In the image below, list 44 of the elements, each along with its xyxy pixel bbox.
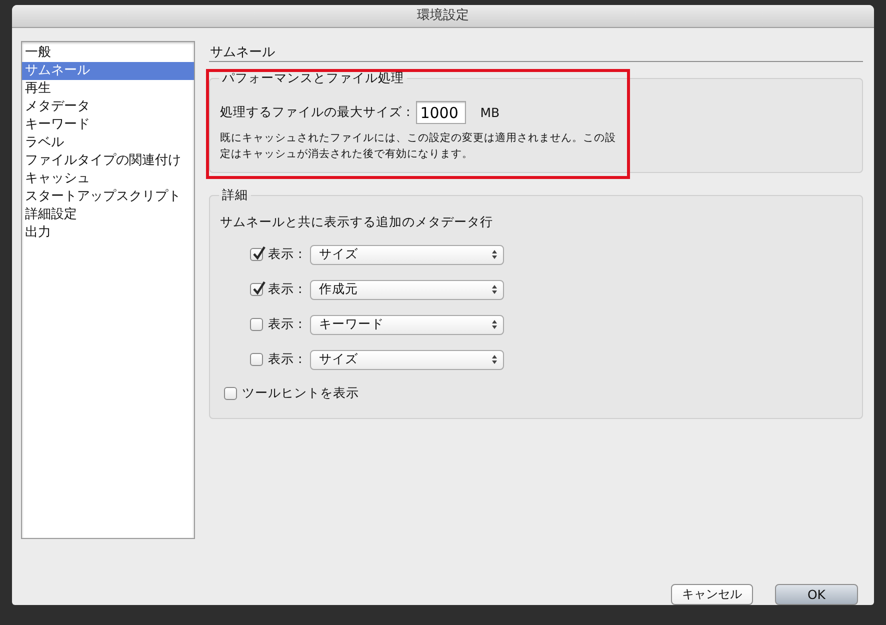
checkbox-label: ツールヒントを表示 xyxy=(242,385,359,402)
unit-label: MB xyxy=(480,105,500,120)
updown-arrows-icon xyxy=(492,250,498,259)
checkbox[interactable] xyxy=(250,353,263,366)
dropdown-value: キーワード xyxy=(319,316,384,333)
updown-arrows-icon xyxy=(492,320,498,329)
sidebar-item[interactable]: キャッシュ xyxy=(22,170,194,188)
checkbox[interactable] xyxy=(250,318,263,331)
panel-title: サムネール xyxy=(209,41,863,62)
sidebar-item[interactable]: 再生 xyxy=(22,80,194,98)
sidebar-item[interactable]: ラベル xyxy=(22,134,194,152)
window-title: 環境設定 xyxy=(12,5,874,28)
sidebar-item[interactable]: メタデータ xyxy=(22,98,194,116)
cancel-button[interactable]: キャンセル xyxy=(671,584,753,605)
checkbox-label: 表示 : xyxy=(268,281,302,298)
ok-button[interactable]: OK xyxy=(775,584,858,605)
input-field[interactable]: 1000 xyxy=(416,101,466,124)
dropdown[interactable]: 作成元 xyxy=(310,280,504,300)
sidebar-item[interactable]: 出力 xyxy=(22,224,194,242)
checkbox[interactable] xyxy=(250,248,263,261)
field-label: 処理するファイルの最大サイズ : xyxy=(220,104,410,121)
sidebar-item[interactable]: キーワード xyxy=(22,116,194,134)
dropdown-value: 作成元 xyxy=(319,281,358,298)
dropdown[interactable]: キーワード xyxy=(310,314,504,334)
sidebar-item[interactable]: ファイルタイプの関連付け xyxy=(22,152,194,170)
sidebar-item[interactable]: 一般 xyxy=(22,44,194,62)
sidebar-item[interactable]: 詳細設定 xyxy=(22,206,194,224)
checkbox[interactable] xyxy=(224,387,237,400)
dropdown-value: サイズ xyxy=(319,246,358,263)
dropdown[interactable]: サイズ xyxy=(310,244,504,264)
sidebar-item[interactable]: スタートアップスクリプト xyxy=(22,188,194,206)
note-text: 既にキャッシュされたファイルには、この設定の変更は適用されません。この設定はキャッシュが消去された後で有効になります。 xyxy=(220,131,617,162)
checkbox-label: 表示 : xyxy=(268,351,302,368)
group-title: 詳細 xyxy=(221,187,249,204)
updown-arrows-icon xyxy=(492,285,498,294)
checkbox[interactable] xyxy=(250,283,263,296)
updown-arrows-icon xyxy=(492,355,498,364)
checkbox-label: 表示 : xyxy=(268,246,302,263)
dropdown-value: サイズ xyxy=(319,351,358,368)
dropdown[interactable]: サイズ xyxy=(310,350,504,370)
checkbox-label: 表示 : xyxy=(268,316,302,333)
section-label: サムネールと共に表示する追加のメタデータ行 xyxy=(220,214,494,231)
sidebar-item[interactable]: サムネール xyxy=(22,62,194,80)
group-title: パフォーマンスとファイル処理 xyxy=(221,70,405,87)
